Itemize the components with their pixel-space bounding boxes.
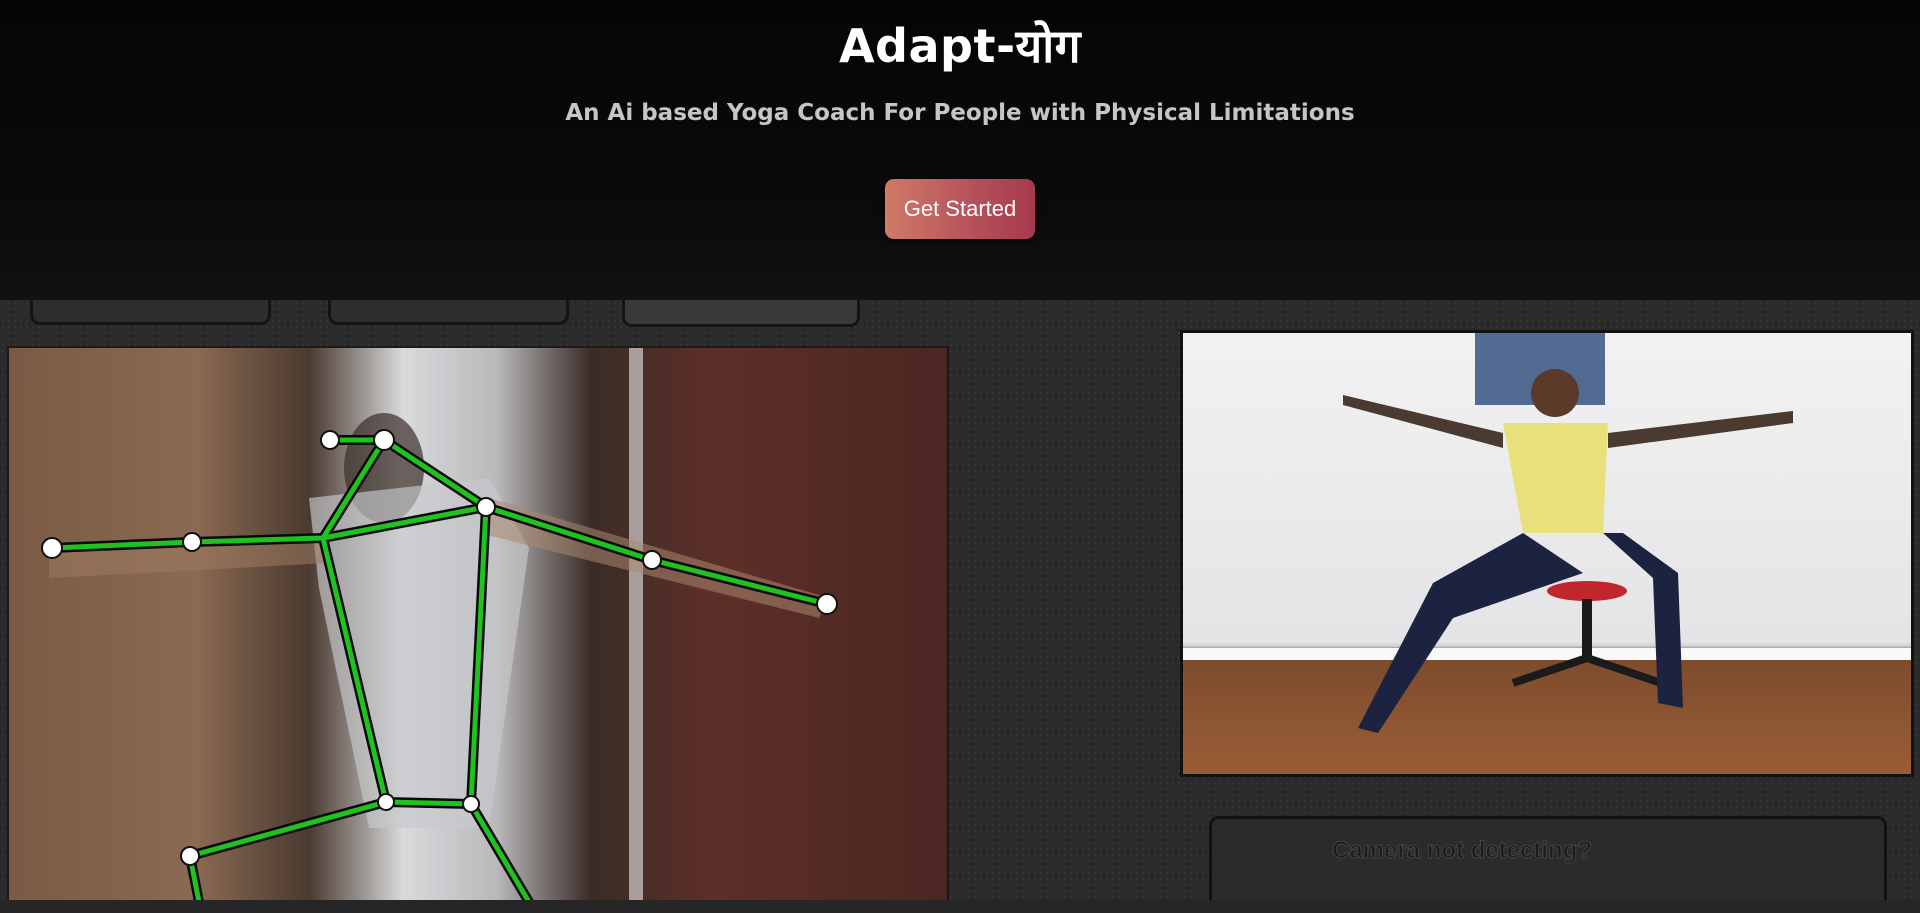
pose-tab-active[interactable] bbox=[622, 300, 860, 327]
pose-tab[interactable] bbox=[30, 300, 271, 325]
app-title: Adapt-योग bbox=[838, 19, 1082, 73]
webcam-feed bbox=[7, 346, 949, 904]
bottom-bar bbox=[0, 900, 1920, 913]
pose-tab[interactable] bbox=[328, 300, 569, 325]
pose-skeleton-overlay bbox=[41, 348, 838, 902]
camera-help-box[interactable]: Camera not detecting? bbox=[1209, 816, 1887, 912]
app-subtitle: An Ai based Yoga Coach For People with P… bbox=[565, 100, 1355, 126]
pose-stage: Camera not detecting? bbox=[0, 300, 1920, 912]
get-started-button[interactable]: Get Started bbox=[885, 179, 1035, 239]
hero-section: Adapt-योग An Ai based Yoga Coach For Peo… bbox=[0, 0, 1920, 300]
camera-help-text: Camera not detecting? bbox=[1331, 837, 1593, 865]
reference-pose-image bbox=[1180, 330, 1914, 777]
